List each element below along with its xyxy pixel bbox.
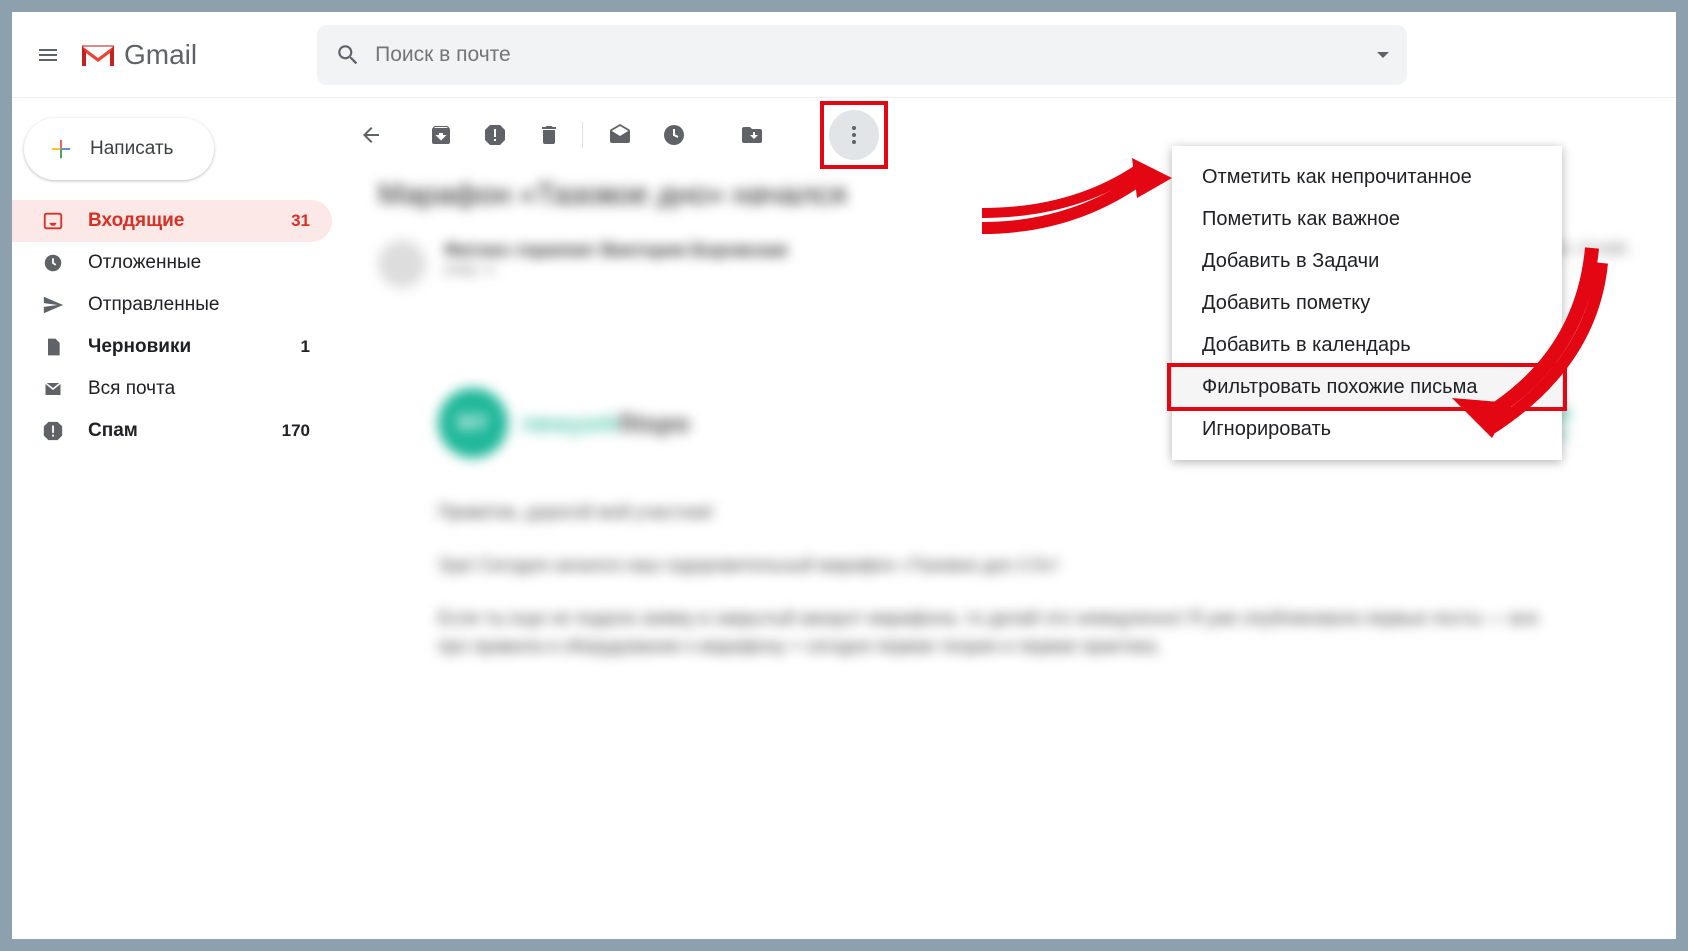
- archive-icon: [429, 123, 453, 147]
- hamburger-icon: [36, 43, 60, 67]
- email-date: вт, 19 май.: [1557, 240, 1630, 257]
- app-frame: Gmail Написать Входящие 31 Отложенные: [12, 12, 1676, 939]
- sidebar-item-allmail[interactable]: Вся почта: [12, 368, 332, 410]
- sidebar-item-snoozed[interactable]: Отложенные: [12, 242, 332, 284]
- menu-item-add-to-tasks[interactable]: Добавить в Задачи: [1172, 240, 1562, 282]
- more-vert-icon: [842, 123, 866, 147]
- plus-icon: [46, 134, 76, 164]
- sidebar-item-count: 31: [291, 211, 310, 231]
- clock-icon: [662, 123, 686, 147]
- search-bar[interactable]: [317, 25, 1407, 85]
- sidebar-item-drafts[interactable]: Черновики 1: [12, 326, 332, 368]
- spam-icon: [40, 420, 66, 442]
- sidebar-item-count: 1: [301, 337, 310, 357]
- move-to-button[interactable]: [727, 110, 777, 160]
- main-menu-button[interactable]: [26, 33, 70, 77]
- file-icon: [40, 336, 66, 358]
- menu-item-add-label[interactable]: Добавить пометку: [1172, 282, 1562, 324]
- send-icon: [40, 294, 66, 316]
- sidebar-item-label: Черновики: [88, 336, 301, 358]
- mark-unread-button[interactable]: [595, 110, 645, 160]
- report-spam-button[interactable]: [470, 110, 520, 160]
- search-icon: [335, 42, 361, 68]
- search-options-caret-icon[interactable]: [1377, 52, 1389, 58]
- compose-label: Написать: [90, 138, 173, 160]
- delete-button[interactable]: [524, 110, 574, 160]
- sidebar-item-spam[interactable]: Спам 170: [12, 410, 332, 452]
- body: Написать Входящие 31 Отложенные Отправле…: [12, 98, 1676, 939]
- top-bar: Gmail: [12, 12, 1676, 98]
- toolbar-separator: [582, 122, 583, 148]
- snooze-button[interactable]: [649, 110, 699, 160]
- annotation-arrow: [972, 158, 1172, 238]
- mail-open-icon: [608, 123, 632, 147]
- gmail-logo-text: Gmail: [124, 39, 197, 71]
- mail-icon: [40, 380, 66, 398]
- menu-item-mute[interactable]: Игнорировать: [1172, 408, 1562, 450]
- clock-icon: [40, 252, 66, 274]
- report-icon: [483, 123, 507, 147]
- more-actions-menu: Отметить как непрочитанное Пометить как …: [1172, 146, 1562, 460]
- sidebar-item-label: Вся почта: [88, 378, 310, 400]
- sidebar-item-label: Отложенные: [88, 252, 310, 274]
- gmail-icon: [78, 40, 118, 70]
- sidebar-item-inbox[interactable]: Входящие 31: [12, 200, 332, 242]
- menu-item-filter-similar[interactable]: Фильтровать похожие письма: [1172, 366, 1562, 408]
- menu-item-add-to-calendar[interactable]: Добавить в календарь: [1172, 324, 1562, 366]
- search-input[interactable]: [375, 43, 1377, 67]
- brand-badge: NY: [438, 388, 508, 458]
- trash-icon: [537, 123, 561, 147]
- menu-item-mark-important[interactable]: Пометить как важное: [1172, 198, 1562, 240]
- back-button[interactable]: [346, 110, 396, 160]
- main-pane: Марафон «Тазовое дно» начался Фитнес-тер…: [332, 98, 1676, 939]
- menu-item-mark-unread[interactable]: Отметить как непрочитанное: [1172, 156, 1562, 198]
- sidebar-item-label: Отправленные: [88, 294, 310, 316]
- arrow-back-icon: [359, 123, 383, 147]
- folder-move-icon: [740, 123, 764, 147]
- sidebar: Написать Входящие 31 Отложенные Отправле…: [12, 98, 332, 939]
- archive-button[interactable]: [416, 110, 466, 160]
- sidebar-item-sent[interactable]: Отправленные: [12, 284, 332, 326]
- sidebar-item-count: 170: [282, 421, 310, 441]
- inbox-icon: [40, 210, 66, 232]
- more-actions-button[interactable]: [829, 110, 879, 160]
- compose-button[interactable]: Написать: [24, 118, 214, 180]
- gmail-logo[interactable]: Gmail: [78, 39, 197, 71]
- sender-name: Фитнес-терапевт Виктория Боровская: [444, 240, 788, 261]
- sidebar-item-label: Входящие: [88, 210, 291, 232]
- sender-avatar: [378, 240, 426, 288]
- sidebar-item-label: Спам: [88, 420, 282, 442]
